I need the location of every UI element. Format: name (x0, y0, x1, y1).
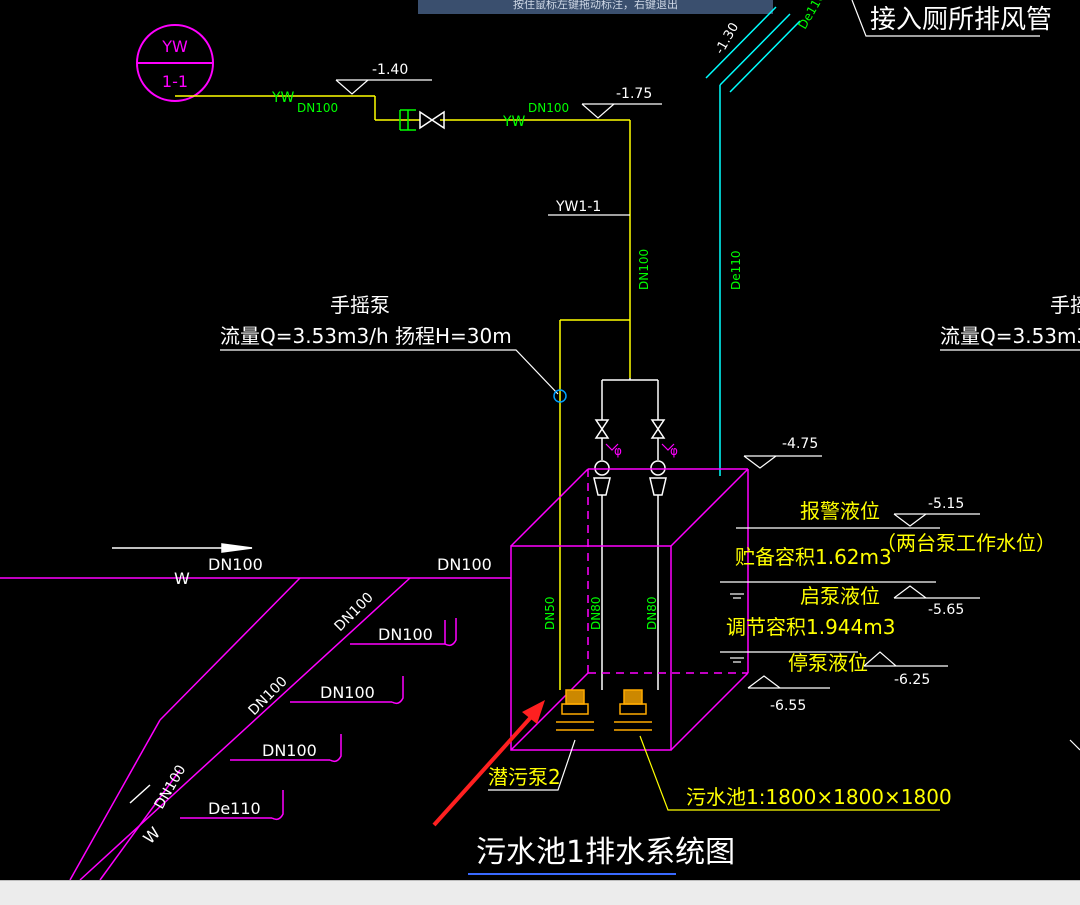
edge-fragment (1069, 739, 1080, 751)
sub-pump-label: 潜污泵2 (488, 765, 561, 789)
label-w-a: W (174, 569, 190, 588)
submersible-pump-1 (556, 689, 594, 731)
label-dn100-h1: DN100 (208, 555, 263, 574)
label-dn100-b3: DN100 (262, 741, 317, 760)
label-dn100-b1: DN100 (378, 625, 433, 644)
label-dn100-b: DN100 (528, 101, 569, 115)
label-w-b: W (139, 823, 164, 848)
label-yw-a: YW (271, 90, 295, 106)
label-dn100-d2: DN100 (246, 674, 291, 719)
regulating-volume: 调节容积1.944m3 (726, 615, 895, 639)
submersible-pump-2 (614, 689, 652, 731)
hand-pump-label: 手摇泵 (330, 293, 390, 317)
elevation-text-6: -5.65 (928, 602, 964, 618)
annotation-arrow (432, 700, 545, 827)
label-dn100-vert: DN100 (637, 249, 651, 290)
hand-pump-spec-right: 流量Q=3.53m3 (940, 324, 1080, 348)
label-dn100-d3: DN100 (152, 762, 190, 812)
drawing-title: 污水池1排水系统图 (476, 835, 735, 870)
stop-level: 停泵液位 (788, 651, 868, 675)
pump-discharge-lines (593, 378, 667, 690)
label-de-top: De110 (795, 0, 827, 31)
phi-b: φ (670, 444, 678, 458)
label-dn100-h2: DN100 (437, 555, 492, 574)
exhaust-text: 接入厕所排风管 (870, 5, 1052, 35)
elevation-text-5: -5.15 (928, 496, 964, 512)
cad-drawing-canvas[interactable]: YW 1-1 YW DN100 YW DN100 -1.40 -1.75 YW1… (0, 0, 1080, 904)
exhaust-pipe (705, 6, 801, 476)
storage-volume: 贮备容积1.62m3 (735, 545, 892, 569)
elevation-text-7: -6.25 (894, 672, 930, 688)
top-pipe-run (175, 95, 631, 690)
label-dn100-a: DN100 (297, 101, 338, 115)
label-dn100-d1: DN100 (332, 590, 377, 635)
two-pumps-note: （两台泵工作水位） (876, 531, 1056, 555)
elevation-text-8: -6.55 (770, 698, 806, 714)
label-yw1-1: YW1-1 (555, 199, 601, 215)
elevation-text-4: -4.75 (782, 436, 818, 452)
riser-symbol: YW 1-1 (136, 24, 214, 102)
phi-a: φ (614, 444, 622, 458)
alarm-level: 报警液位 (800, 499, 880, 523)
elevation-mark-1 (335, 79, 432, 95)
hand-pump-label-right: 手摇 (1050, 293, 1080, 317)
label-dn80-a: DN80 (589, 597, 603, 631)
label-de110-vert: De110 (729, 250, 743, 290)
elevation-text-1: -1.40 (372, 62, 408, 78)
label-dn50: DN50 (543, 597, 557, 631)
elevation-text-3: -1.30 (712, 20, 742, 57)
drainage-network (0, 577, 511, 881)
hand-pump-spec: 流量Q=3.53m3/h 扬程H=30m (220, 324, 512, 348)
riser-code: YW (161, 37, 188, 56)
tank-label: 污水池1:1800×1800×1800 (686, 785, 952, 809)
label-yw-b: YW (502, 114, 526, 130)
start-level: 启泵液位 (800, 584, 880, 608)
label-dn100-b2: DN100 (320, 683, 375, 702)
status-bar (0, 880, 1080, 905)
riser-number: 1-1 (162, 72, 188, 91)
elevation-mark-2 (581, 103, 662, 119)
label-de110-b4: De110 (208, 799, 261, 818)
label-dn80-b: DN80 (645, 597, 659, 631)
hand-pump-leader (220, 349, 559, 395)
elevation-text-2: -1.75 (616, 86, 652, 102)
